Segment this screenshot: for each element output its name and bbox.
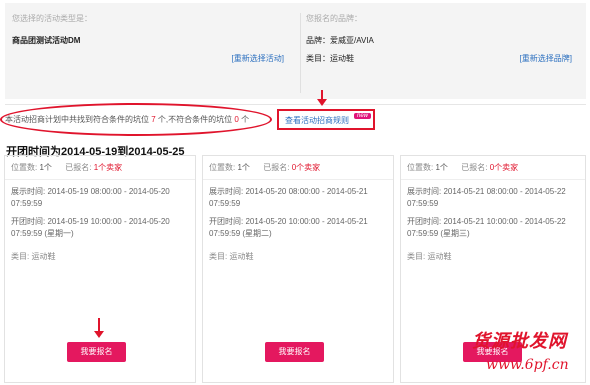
- open-time: 开团时间: 2014-05-21 10:00:00 - 2014-05-22 0…: [407, 217, 566, 238]
- brand-name: 品牌：爱威亚/AVIA: [306, 36, 374, 45]
- slots-row: 位置数: 1个 已报名: 0个卖家: [407, 163, 519, 172]
- selection-panel: 您选择的活动类型是： 商品团测试活动DM [重新选择活动] 您报名的品牌： 品牌…: [5, 3, 586, 99]
- watermark: 货源批发网 www.6pf.cn: [472, 327, 587, 382]
- activity-type-hint: 您选择的活动类型是：: [12, 14, 92, 23]
- activity-type: 商品团测试活动DM: [12, 36, 81, 45]
- rules-highlight-box: 查看活动招商规则 new: [277, 109, 375, 130]
- card-category: 类目: 运动鞋: [11, 252, 56, 261]
- new-badge: new: [354, 113, 372, 119]
- display-time: 展示时间: 2014-05-19 08:00:00 - 2014-05-20 0…: [11, 187, 170, 208]
- display-time: 展示时间: 2014-05-21 08:00:00 - 2014-05-22 0…: [407, 187, 566, 208]
- open-time: 开团时间: 2014-05-19 10:00:00 - 2014-05-20 0…: [11, 217, 170, 238]
- summary-middle: 个,不符合条件的坑位: [157, 115, 233, 124]
- slots-row: 位置数: 1个 已报名: 1个卖家: [11, 163, 123, 172]
- slots-row: 位置数: 1个 已报名: 0个卖家: [209, 163, 321, 172]
- activity-selection: 您选择的活动类型是： 商品团测试活动DM [重新选择活动]: [12, 13, 287, 93]
- slot-summary: 本活动招商计划中共找到符合条件的坑位 7 个,不符合条件的坑位 0 个: [5, 114, 249, 125]
- card-category: 类目: 运动鞋: [209, 252, 254, 261]
- summary-prefix: 本活动招商计划中共找到符合条件的坑位: [5, 115, 149, 124]
- brand-hint: 您报名的品牌：: [306, 14, 362, 23]
- match-count: 7: [151, 115, 156, 124]
- display-time: 展示时间: 2014-05-20 08:00:00 - 2014-05-21 0…: [209, 187, 368, 208]
- nomatch-count: 0: [234, 115, 239, 124]
- brand-category: 类目：运动鞋: [306, 54, 354, 63]
- brand-selection: 您报名的品牌： 品牌：爱威亚/AVIA 类目：运动鞋 [重新选择品牌]: [300, 13, 580, 93]
- card-separator: [203, 179, 393, 180]
- card-separator: [5, 179, 195, 180]
- slot-card: 位置数: 1个 已报名: 0个卖家 展示时间: 2014-05-20 08:00…: [202, 155, 394, 383]
- reselect-activity-link[interactable]: [重新选择活动]: [232, 53, 284, 64]
- arrow-to-signup: [94, 318, 104, 338]
- card-category: 类目: 运动鞋: [407, 252, 452, 261]
- slot-card: 位置数: 1个 已报名: 1个卖家 展示时间: 2014-05-19 08:00…: [4, 155, 196, 383]
- card-separator: [401, 179, 585, 180]
- signup-button[interactable]: 我要报名: [265, 342, 324, 362]
- watermark-line2: www.6pf.cn: [486, 357, 569, 373]
- arrow-to-rules: [317, 90, 327, 106]
- view-rules-link[interactable]: 查看活动招商规则: [285, 115, 349, 126]
- summary-suffix: 个: [241, 115, 250, 124]
- signup-button[interactable]: 我要报名: [67, 342, 126, 362]
- watermark-line1: 货源批发网: [472, 331, 567, 352]
- open-time: 开团时间: 2014-05-20 10:00:00 - 2014-05-21 0…: [209, 217, 368, 238]
- reselect-brand-link[interactable]: [重新选择品牌]: [520, 53, 572, 64]
